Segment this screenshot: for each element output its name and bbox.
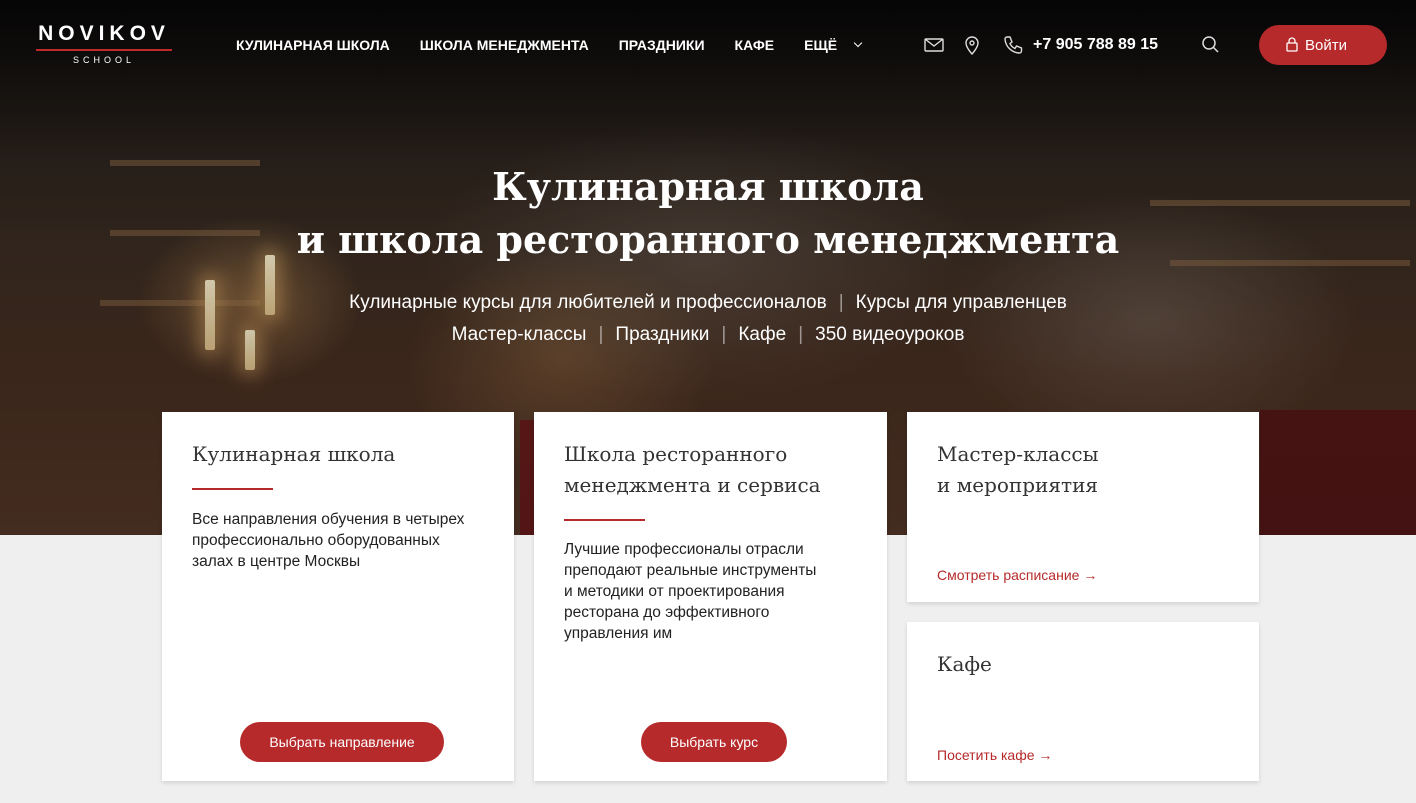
phone-number[interactable]: +7 905 788 89 15 [1033, 36, 1158, 54]
card-text-line: и методики от проектирования [564, 583, 785, 600]
card-title-line-1: Мастер-классы [937, 442, 1099, 466]
hero-link-video-lessons[interactable]: 350 видеоуроков [815, 324, 964, 345]
card-title: Кафе [937, 652, 992, 676]
logo[interactable]: NOVIKOV SCHOOL [36, 22, 172, 65]
card-title: Мастер-классы и мероприятия [937, 439, 1099, 501]
choose-direction-button[interactable]: Выбрать направление [240, 722, 444, 762]
choose-course-button[interactable]: Выбрать курс [641, 722, 787, 762]
logo-subtitle: SCHOOL [72, 55, 135, 65]
login-label: Войти [1305, 36, 1347, 54]
hero-link-cafe[interactable]: Кафе [738, 324, 786, 345]
hero-separator: | [721, 324, 727, 345]
phone-icon [1002, 34, 1024, 56]
card-title-line-2: менеджмента и сервиса [564, 473, 821, 497]
card-divider [192, 488, 273, 490]
hero-links-row-2: Мастер-классы | Праздники | Кафе | 350 видеоур… [0, 324, 1416, 346]
hero-link-masterclasses[interactable]: Мастер-классы [452, 324, 587, 345]
hero-title-line-1: Кулинарная школа [492, 164, 924, 209]
location-pin-icon[interactable] [961, 34, 983, 56]
card-masterclasses: Мастер-классы и мероприятия Смотреть рас… [907, 412, 1259, 602]
site-header: NOVIKOV SCHOOL КУЛИНАРНАЯ ШКОЛА ШКОЛА МЕ… [0, 0, 1416, 90]
hero-link-holidays[interactable]: Праздники [615, 324, 709, 345]
card-divider [564, 519, 645, 521]
hero-links-row-1: Кулинарные курсы для любителей и професс… [0, 292, 1416, 314]
hero-title-line-2: и школа ресторанного менеджмента [296, 217, 1120, 262]
nav-more-label: ЕЩЁ [804, 37, 838, 53]
card-text-line: залах в центре Москвы [192, 553, 361, 570]
login-button[interactable]: Войти [1259, 25, 1387, 65]
mail-icon[interactable] [923, 34, 945, 56]
card-text-line: преподают реальные инструменты [564, 562, 817, 579]
card-text-line: профессионально оборудованных [192, 532, 440, 549]
chevron-down-icon [853, 38, 863, 48]
card-cafe: Кафе Посетить кафе → [907, 622, 1259, 781]
card-management-school: Школа ресторанного менеджмента и сервиса… [534, 412, 887, 781]
card-description: Все направления обучения в четырех профе… [192, 509, 492, 572]
view-schedule-link[interactable]: Смотреть расписание → [937, 567, 1097, 583]
card-description: Лучшие профессионалы отрасли преподают р… [564, 539, 864, 644]
card-title-line-2: и мероприятия [937, 473, 1099, 497]
nav-cafe[interactable]: КАФЕ [735, 37, 775, 53]
logo-divider [36, 49, 172, 51]
card-text-line: управления им [564, 625, 673, 642]
nav-more-dropdown[interactable]: ЕЩЁ [804, 37, 863, 53]
logo-name: NOVIKOV [38, 22, 170, 45]
lock-icon [1286, 37, 1298, 52]
card-title: Кулинарная школа [192, 442, 396, 466]
nav-culinary-school[interactable]: КУЛИНАРНАЯ ШКОЛА [236, 37, 390, 53]
search-icon[interactable] [1200, 34, 1222, 56]
card-text-line: Лучшие профессионалы отрасли [564, 541, 804, 558]
visit-cafe-link[interactable]: Посетить кафе → [937, 747, 1052, 763]
hero-separator: | [838, 292, 844, 313]
card-text-line: ресторана до эффективного [564, 604, 770, 621]
card-culinary-school: Кулинарная школа Все направления обучени… [162, 412, 514, 781]
nav-management-school[interactable]: ШКОЛА МЕНЕДЖМЕНТА [420, 37, 589, 53]
card-title: Школа ресторанного менеджмента и сервиса [564, 439, 821, 501]
hero-link-culinary-courses[interactable]: Кулинарные курсы для любителей и професс… [349, 292, 827, 313]
hero-link-manager-courses[interactable]: Курсы для управленцев [856, 292, 1067, 313]
card-title-line-1: Школа ресторанного [564, 442, 788, 466]
main-nav: КУЛИНАРНАЯ ШКОЛА ШКОЛА МЕНЕДЖМЕНТА ПРАЗД… [236, 37, 891, 53]
hero-title: Кулинарная школа и школа ресторанного ме… [0, 160, 1416, 266]
hero-separator: | [598, 324, 604, 345]
card-text-line: Все направления обучения в четырех [192, 511, 465, 528]
nav-holidays[interactable]: ПРАЗДНИКИ [619, 37, 705, 53]
hero-separator: | [798, 324, 804, 345]
